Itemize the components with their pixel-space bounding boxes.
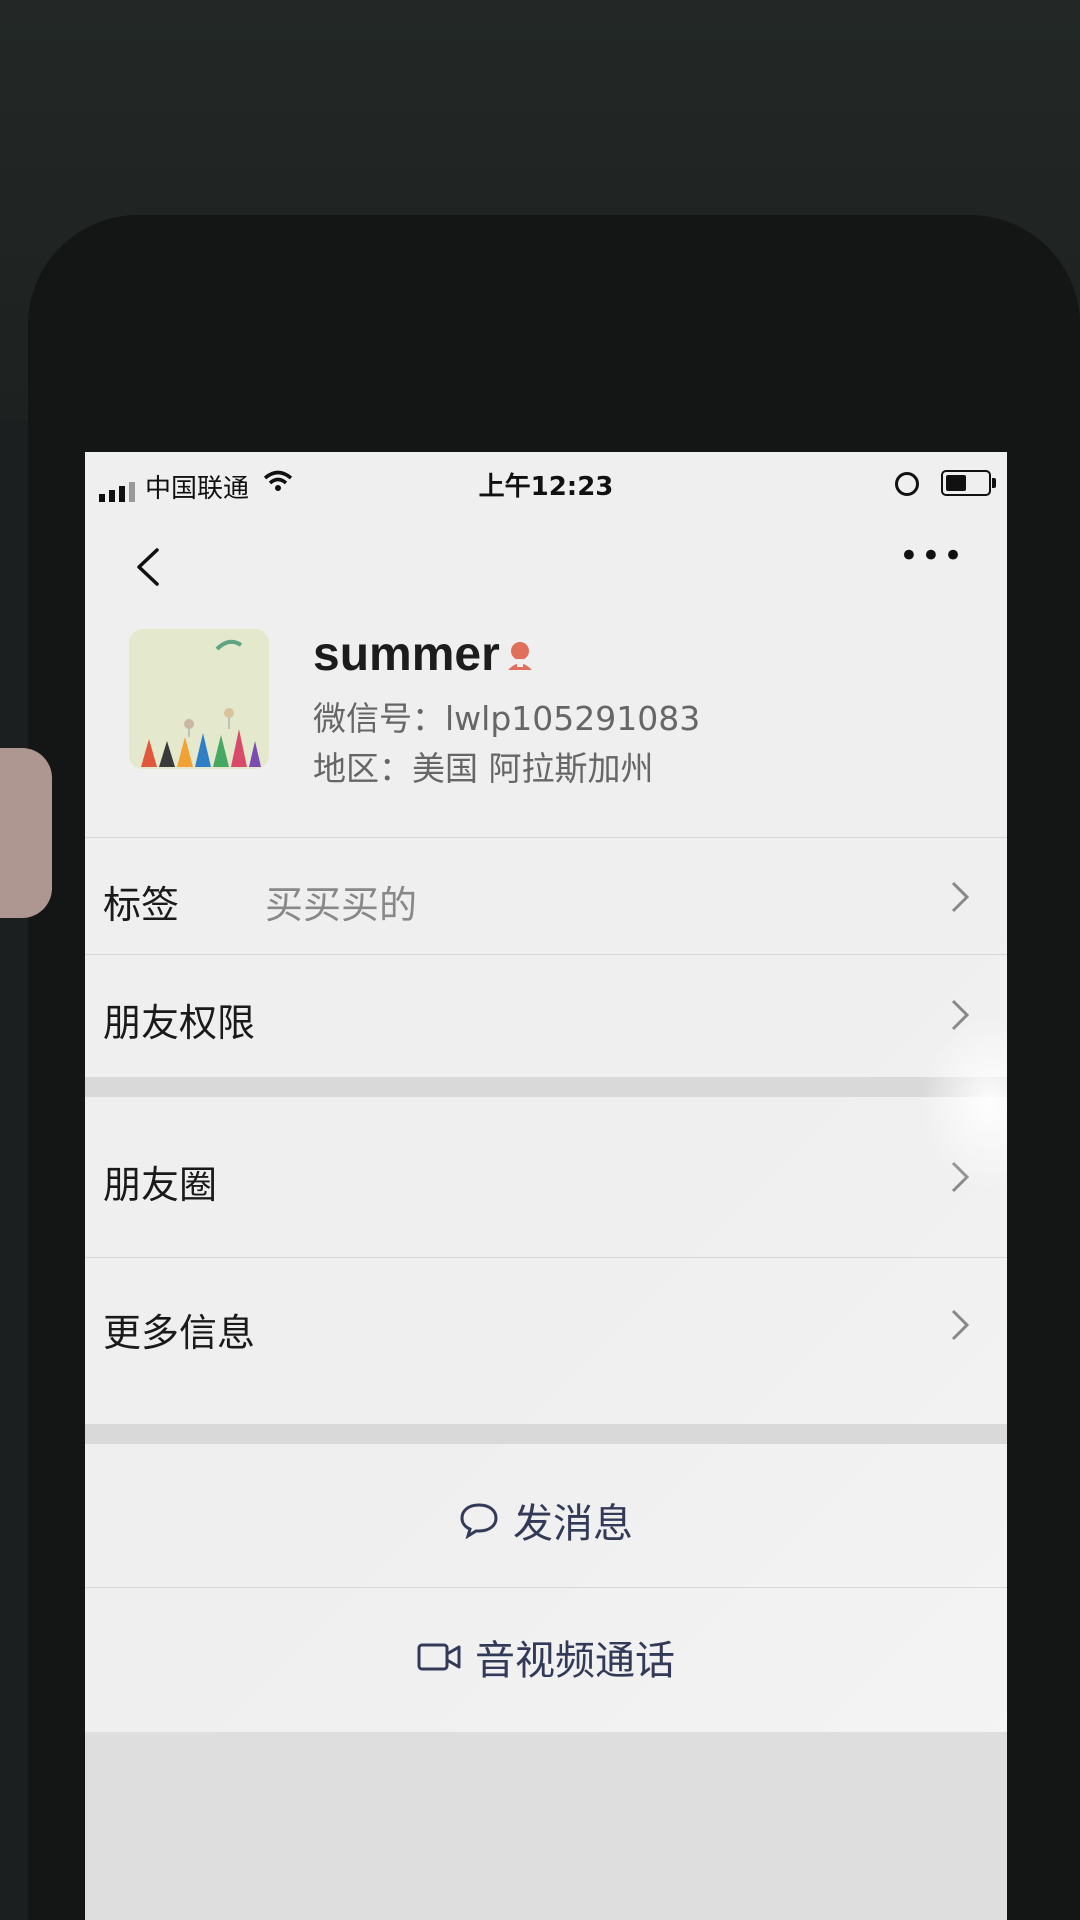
friend-permissions-label: 朋友权限 (103, 1001, 256, 1045)
section-gap (85, 1424, 1007, 1444)
friend-permissions-row[interactable]: 朋友权限 (85, 960, 1007, 1072)
divider (85, 1587, 1007, 1588)
status-bar: 中国联通 上午12:23 (85, 452, 1007, 512)
more-options-button[interactable]: ••• (899, 536, 965, 576)
divider (85, 837, 1007, 838)
section-gap (85, 1077, 1007, 1097)
send-message-button[interactable]: 发消息 (85, 1460, 1007, 1580)
bottom-area (85, 1732, 1007, 1920)
female-gender-icon (508, 642, 532, 670)
finger (0, 748, 52, 918)
send-message-label: 发消息 (513, 1501, 633, 1547)
video-call-button[interactable]: 音视频通话 (85, 1597, 1007, 1717)
divider (85, 1257, 1007, 1258)
speech-bubble-icon (460, 1503, 498, 1539)
more-info-label: 更多信息 (103, 1311, 256, 1355)
avatar[interactable] (129, 629, 269, 769)
battery-icon (941, 470, 996, 496)
tags-label: 标签 (103, 883, 180, 927)
profile-name: summer (313, 628, 500, 681)
avatar-pencils-image (129, 629, 269, 769)
back-chevron-icon[interactable] (125, 542, 175, 592)
rotation-lock-icon (895, 472, 919, 496)
wechat-id: 微信号：lwlp105291083 (313, 699, 701, 738)
chevron-right-icon (951, 999, 970, 1031)
moments-label: 朋友圈 (103, 1163, 218, 1207)
tags-value: 买买买的 (265, 883, 418, 927)
tags-row[interactable]: 标签 买买买的 (85, 842, 1007, 954)
more-info-row[interactable]: 更多信息 (85, 1262, 1007, 1387)
chevron-right-icon (951, 881, 970, 913)
phone-screen: 中国联通 上午12:23 ••• summer 微信号：lwlp10529108… (85, 452, 1007, 1920)
divider (85, 954, 1007, 955)
chevron-right-icon (951, 1309, 970, 1341)
nav-bar: ••• (85, 522, 1007, 612)
status-time: 上午12:23 (478, 472, 614, 502)
profile-header: summer 微信号：lwlp105291083 地区：美国 阿拉斯加州 (85, 617, 1007, 817)
video-camera-icon (417, 1643, 461, 1671)
profile-region: 地区：美国 阿拉斯加州 (313, 749, 654, 788)
video-call-label: 音视频通话 (475, 1638, 675, 1684)
chevron-right-icon (951, 1161, 970, 1193)
moments-row[interactable]: 朋友圈 (85, 1102, 1007, 1252)
